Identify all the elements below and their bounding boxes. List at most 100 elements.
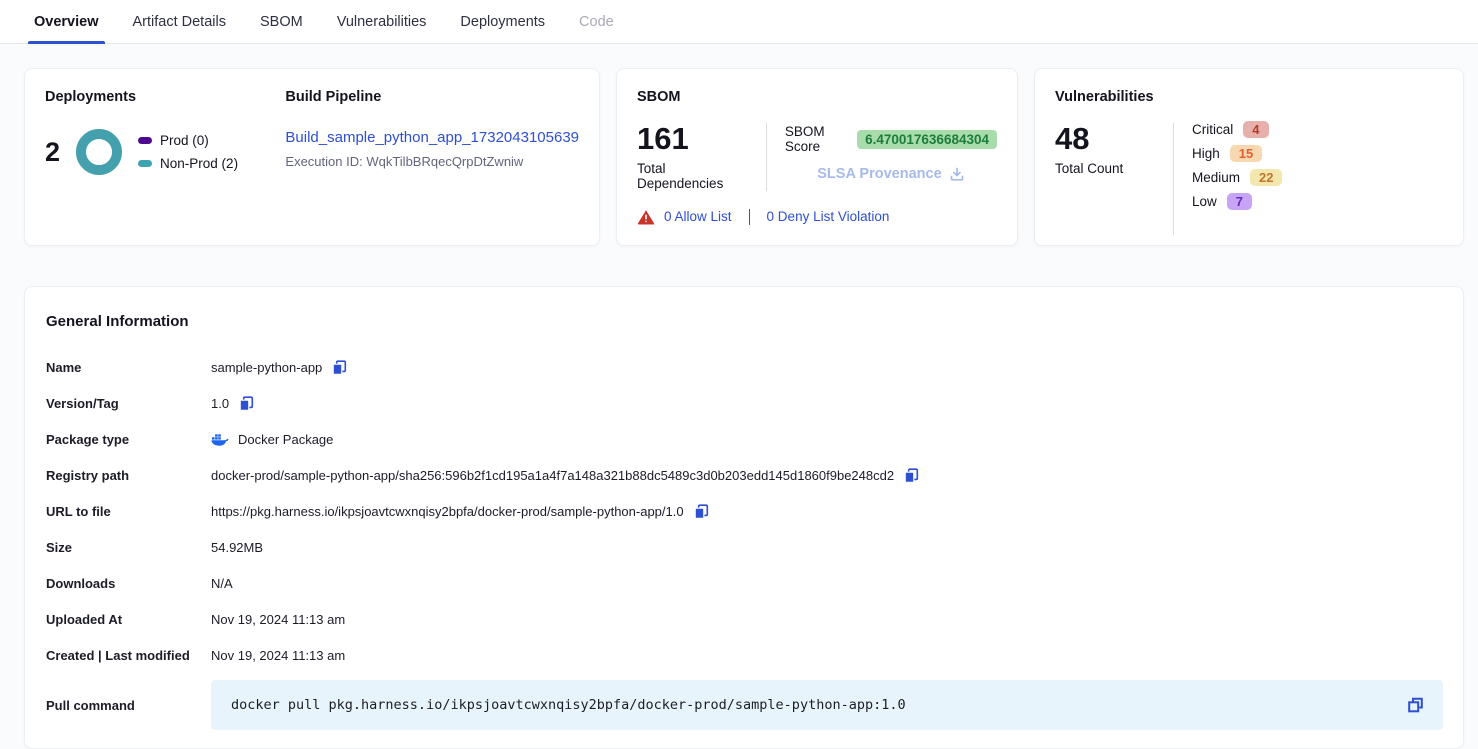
nonprod-legend-label: Non-Prod (2) xyxy=(160,156,238,171)
vulnerabilities-total-block: 48 Total Count xyxy=(1055,121,1155,176)
legend-item-nonprod: Non-Prod (2) xyxy=(138,156,238,171)
info-row-registry-path: Registry path docker-prod/sample-python-… xyxy=(46,464,1443,487)
severity-row-low: Low 7 xyxy=(1192,193,1282,210)
severity-critical-badge: 4 xyxy=(1243,121,1268,138)
package-type-value: Docker Package xyxy=(238,432,333,447)
sbom-total-block: 161 Total Dependencies xyxy=(637,121,748,191)
deployments-card: Deployments 2 Prod (0) Non-Prod (2) Buil… xyxy=(24,68,600,246)
created-modified-value: Nov 19, 2024 11:13 am xyxy=(211,648,345,663)
created-modified-label: Created | Last modified xyxy=(46,648,211,663)
vulnerabilities-total-label: Total Count xyxy=(1055,161,1155,176)
info-row-name: Name sample-python-app xyxy=(46,356,1443,379)
copy-version-button[interactable] xyxy=(238,395,255,412)
severity-low-badge: 7 xyxy=(1227,193,1252,210)
tab-deployments-label: Deployments xyxy=(460,14,545,30)
general-information-card: General Information Name sample-python-a… xyxy=(24,286,1464,749)
severity-medium-label: Medium xyxy=(1192,170,1240,185)
name-value: sample-python-app xyxy=(211,360,322,375)
info-row-downloads: Downloads N/A xyxy=(46,572,1443,595)
allow-list-link[interactable]: 0 Allow List xyxy=(664,209,732,224)
tab-bar: Overview Artifact Details SBOM Vulnerabi… xyxy=(0,0,1478,44)
url-to-file-value: https://pkg.harness.io/ikpsjoavtcwxnqisy… xyxy=(211,504,684,519)
tab-artifact-details[interactable]: Artifact Details xyxy=(131,0,228,43)
copy-name-button[interactable] xyxy=(331,359,348,376)
tab-vulnerabilities-label: Vulnerabilities xyxy=(337,14,427,30)
pipeline-link[interactable]: Build_sample_python_app_1732043105639 xyxy=(285,129,579,146)
sbom-total-label: Total Dependencies xyxy=(637,161,748,191)
copy-registry-path-button[interactable] xyxy=(903,467,920,484)
prod-legend-label: Prod (0) xyxy=(160,133,209,148)
tab-vulnerabilities[interactable]: Vulnerabilities xyxy=(335,0,429,43)
size-value: 54.92MB xyxy=(211,540,263,555)
tab-deployments[interactable]: Deployments xyxy=(458,0,547,43)
size-label: Size xyxy=(46,540,211,555)
docker-icon xyxy=(211,432,229,447)
copy-pull-command-button[interactable] xyxy=(1406,696,1425,715)
deployments-title: Deployments xyxy=(45,89,285,105)
general-information-title: General Information xyxy=(46,313,1443,330)
info-row-uploaded-at: Uploaded At Nov 19, 2024 11:13 am xyxy=(46,608,1443,631)
severity-critical-label: Critical xyxy=(1192,122,1233,137)
deny-list-link[interactable]: 0 Deny List Violation xyxy=(767,209,890,224)
info-row-size: Size 54.92MB xyxy=(46,536,1443,559)
version-tag-value: 1.0 xyxy=(211,396,229,411)
download-icon xyxy=(949,166,965,182)
severity-row-high: High 15 xyxy=(1192,145,1282,162)
sbom-total: 161 xyxy=(637,121,748,157)
severity-medium-badge: 22 xyxy=(1250,169,1282,186)
pull-command-label: Pull command xyxy=(46,698,211,713)
tab-artifact-details-label: Artifact Details xyxy=(133,14,226,30)
downloads-value: N/A xyxy=(211,576,233,591)
info-row-url: URL to file https://pkg.harness.io/ikpsj… xyxy=(46,500,1443,523)
vulnerabilities-total: 48 xyxy=(1055,121,1155,157)
version-tag-label: Version/Tag xyxy=(46,396,211,411)
info-row-pull-command: Pull command docker pull pkg.harness.io/… xyxy=(46,680,1443,730)
tab-code-label: Code xyxy=(579,14,614,30)
deployments-legend: Prod (0) Non-Prod (2) xyxy=(138,133,238,171)
prod-legend-swatch xyxy=(138,137,152,144)
pull-command-value: docker pull pkg.harness.io/ikpsjoavtcwxn… xyxy=(231,697,906,713)
sbom-divider xyxy=(766,123,767,191)
nonprod-legend-swatch xyxy=(138,160,152,167)
tab-sbom-label: SBOM xyxy=(260,14,303,30)
tab-sbom[interactable]: SBOM xyxy=(258,0,305,43)
info-row-version: Version/Tag 1.0 xyxy=(46,392,1443,415)
severity-row-critical: Critical 4 xyxy=(1192,121,1282,138)
build-pipeline-title: Build Pipeline xyxy=(285,89,579,105)
build-pipeline-section: Build Pipeline Build_sample_python_app_1… xyxy=(285,89,579,225)
warning-triangle-icon xyxy=(637,209,655,225)
severity-list: Critical 4 High 15 Medium 22 Low 7 xyxy=(1192,121,1282,210)
vulnerabilities-card: Vulnerabilities 48 Total Count Critical … xyxy=(1034,68,1464,246)
package-type-label: Package type xyxy=(46,432,211,447)
deployments-section: Deployments 2 Prod (0) Non-Prod (2) xyxy=(45,89,285,225)
vulnerabilities-title: Vulnerabilities xyxy=(1055,89,1443,105)
legend-item-prod: Prod (0) xyxy=(138,133,238,148)
deployments-donut-chart xyxy=(76,129,122,175)
allow-deny-separator xyxy=(749,209,750,225)
registry-path-label: Registry path xyxy=(46,468,211,483)
severity-row-medium: Medium 22 xyxy=(1192,169,1282,186)
info-row-created-modified: Created | Last modified Nov 19, 2024 11:… xyxy=(46,644,1443,667)
copy-url-button[interactable] xyxy=(693,503,710,520)
sbom-card: SBOM 161 Total Dependencies SBOM Score 6… xyxy=(616,68,1018,246)
tab-overview[interactable]: Overview xyxy=(32,0,101,43)
deployments-total: 2 xyxy=(45,137,60,168)
sbom-score-badge: 6.470017636684304 xyxy=(857,130,997,149)
pull-command-box: docker pull pkg.harness.io/ikpsjoavtcwxn… xyxy=(211,680,1443,730)
sbom-score-label: SBOM Score xyxy=(785,124,849,154)
name-label: Name xyxy=(46,360,211,375)
sbom-title: SBOM xyxy=(637,89,997,105)
severity-high-label: High xyxy=(1192,146,1220,161)
uploaded-at-value: Nov 19, 2024 11:13 am xyxy=(211,612,345,627)
severity-low-label: Low xyxy=(1192,194,1217,209)
slsa-provenance-label: SLSA Provenance xyxy=(817,166,941,182)
execution-id: Execution ID: WqkTilbBRqecQrpDtZwniw xyxy=(285,154,579,169)
summary-cards-row: Deployments 2 Prod (0) Non-Prod (2) Buil… xyxy=(0,44,1478,246)
severity-high-badge: 15 xyxy=(1230,145,1262,162)
slsa-provenance-link[interactable]: SLSA Provenance xyxy=(785,166,997,182)
registry-path-value: docker-prod/sample-python-app/sha256:596… xyxy=(211,468,894,483)
downloads-label: Downloads xyxy=(46,576,211,591)
tab-overview-label: Overview xyxy=(34,14,99,30)
vulnerabilities-divider xyxy=(1173,123,1174,235)
info-row-package-type: Package type Docker Package xyxy=(46,428,1443,451)
